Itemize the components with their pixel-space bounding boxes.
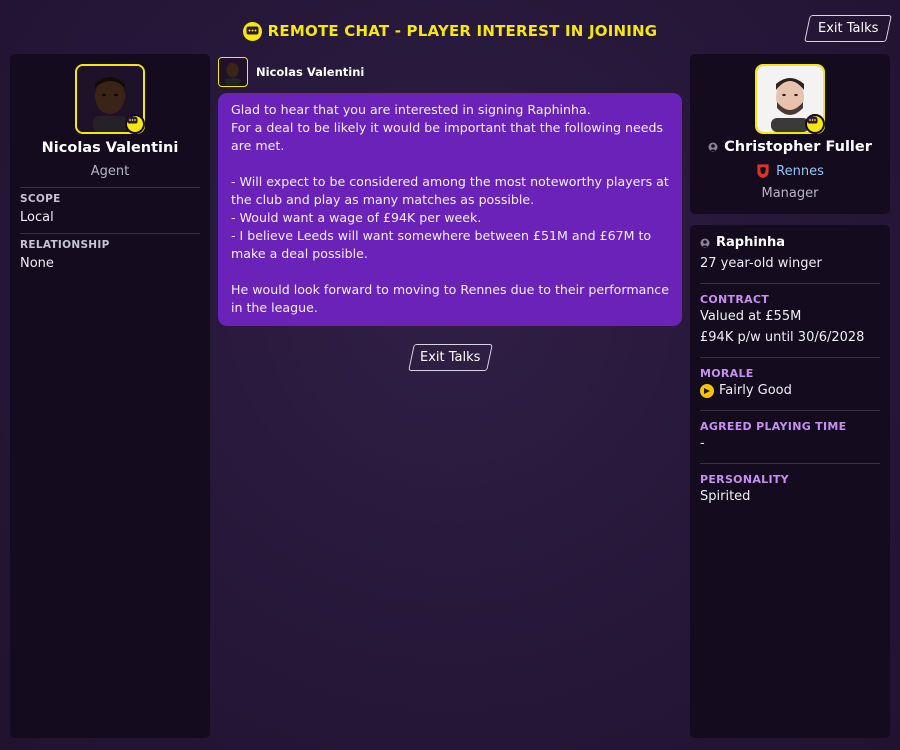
message-sender: Nicolas Valentini — [256, 65, 365, 79]
club-link[interactable]: Rennes — [776, 164, 824, 179]
relationship-field: RELATIONSHIP None — [20, 239, 200, 271]
divider — [700, 357, 880, 358]
manager-name-row: Christopher Fuller — [690, 139, 890, 155]
exit-talks-label: Exit Talks — [817, 21, 879, 36]
player-description: 27 year-old winger — [700, 256, 822, 271]
contract-wage: £94K p/w until 30/6/2028 — [700, 330, 865, 345]
message-header: Nicolas Valentini — [218, 57, 364, 87]
player-name[interactable]: Raphinha — [716, 235, 785, 250]
morale-label: MORALE — [700, 367, 754, 380]
manager-role: Manager — [761, 186, 819, 201]
exit-talks-button-top[interactable]: Exit Talks — [804, 15, 892, 42]
message-line: For a deal to be likely it would be impo… — [231, 120, 664, 153]
manager-panel: Christopher Fuller Rennes Manager — [690, 54, 890, 214]
scope-label: SCOPE — [20, 193, 61, 205]
relationship-label: RELATIONSHIP — [20, 239, 110, 251]
playing-time-label: AGREED PLAYING TIME — [700, 420, 847, 433]
person-icon — [708, 142, 718, 152]
agent-name[interactable]: Nicolas Valentini — [10, 140, 210, 156]
manager-avatar[interactable] — [755, 64, 825, 134]
sender-portrait-icon — [219, 58, 246, 85]
morale-value: Fairly Good — [719, 383, 792, 398]
player-name-row: Raphinha — [700, 235, 785, 250]
chat-badge-icon — [125, 114, 145, 134]
exit-talks-label: Exit Talks — [420, 350, 481, 365]
divider — [20, 233, 200, 234]
club-crest-icon — [756, 163, 770, 179]
chat-badge-icon — [805, 114, 825, 134]
contract-value: Valued at £55M — [700, 309, 802, 324]
relationship-value: None — [20, 256, 54, 271]
personality-label: PERSONALITY — [700, 473, 789, 486]
message-bubble: Glad to hear that you are interested in … — [218, 93, 682, 326]
message-line: - I believe Leeds will want somewhere be… — [231, 228, 652, 261]
message-line: Glad to hear that you are interested in … — [231, 102, 591, 117]
contract-label: CONTRACT — [700, 293, 770, 306]
exit-talks-button[interactable]: Exit Talks — [408, 344, 493, 371]
sender-avatar — [218, 57, 248, 87]
agent-panel: Nicolas Valentini Agent SCOPE Local RELA… — [10, 54, 210, 738]
message-line: - Will expect to be considered among the… — [231, 174, 669, 207]
message-line — [231, 263, 669, 281]
divider — [700, 410, 880, 411]
chat-bubble-icon — [242, 21, 262, 41]
agent-avatar[interactable] — [75, 64, 145, 134]
page-title: REMOTE CHAT - PLAYER INTEREST IN JOINING — [267, 22, 658, 40]
playing-time-value: - — [700, 436, 705, 451]
divider — [700, 283, 880, 284]
agent-role: Agent — [90, 164, 130, 179]
morale-row: Fairly Good — [700, 383, 792, 398]
player-info-panel: Raphinha 27 year-old winger CONTRACT Val… — [690, 225, 890, 738]
personality-value: Spirited — [700, 489, 751, 504]
divider — [20, 187, 200, 188]
person-icon — [700, 238, 710, 247]
manager-name[interactable]: Christopher Fuller — [724, 139, 872, 155]
scope-value: Local — [20, 210, 54, 225]
morale-arrow-icon — [700, 383, 714, 398]
club-row: Rennes — [690, 163, 890, 179]
message-line: He would look forward to moving to Renne… — [231, 282, 669, 315]
message-line: - Would want a wage of £94K per week. — [231, 210, 482, 225]
message-line — [231, 155, 669, 173]
divider — [700, 463, 880, 464]
page-header: REMOTE CHAT - PLAYER INTEREST IN JOINING — [0, 16, 900, 46]
scope-field: SCOPE Local — [20, 193, 200, 225]
